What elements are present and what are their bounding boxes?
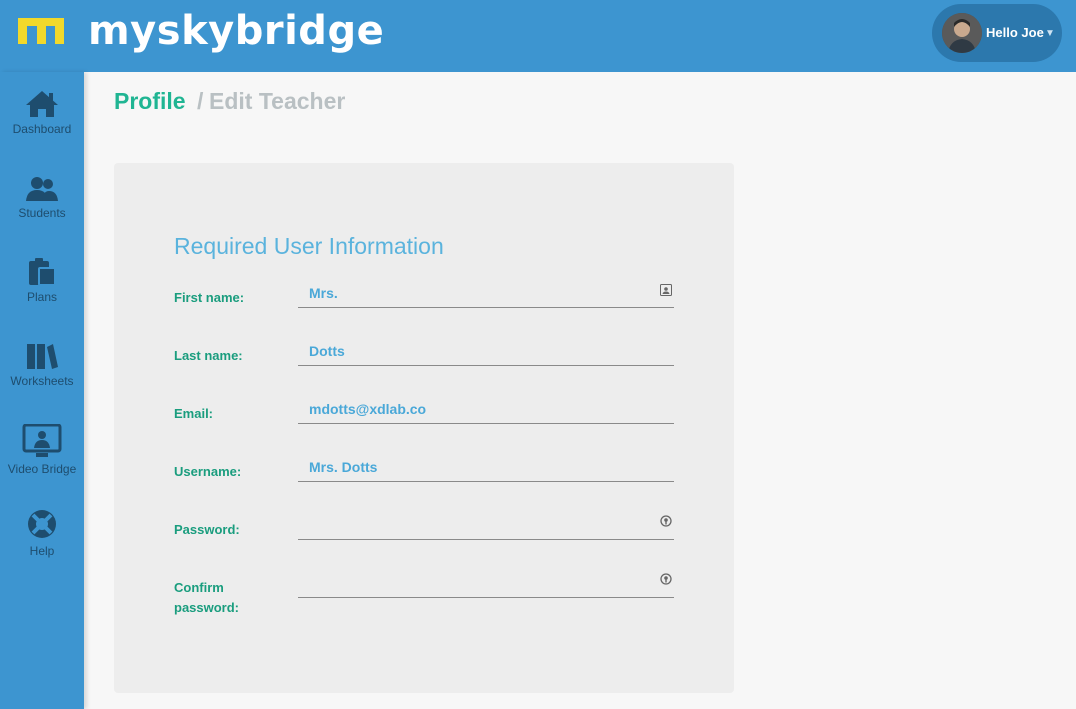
clipboard-icon xyxy=(29,258,56,286)
sidebar-item-label: Help xyxy=(29,544,55,558)
last-name-label: Last name: xyxy=(174,348,243,363)
page-title: Edit Teacher xyxy=(209,88,346,114)
sidebar-item-plans[interactable]: Plans xyxy=(0,258,84,304)
confirm-password-field[interactable] xyxy=(298,568,674,598)
monitor-icon xyxy=(22,424,62,457)
email-field[interactable] xyxy=(298,394,674,424)
sidebar-item-students[interactable]: Students xyxy=(0,174,84,220)
confirm-password-label: Confirm password: xyxy=(174,580,240,615)
sidebar-item-help[interactable]: Help xyxy=(0,508,84,558)
user-greeting: Hello Joe xyxy=(986,25,1044,40)
users-icon xyxy=(26,177,58,201)
last-name-field[interactable] xyxy=(298,336,674,366)
brand-name[interactable]: myskybridge xyxy=(88,8,384,54)
contact-card-icon[interactable] xyxy=(660,284,672,296)
breadcrumb-profile-link[interactable]: Profile xyxy=(114,88,186,115)
sidebar-item-video-bridge[interactable]: Video Bridge xyxy=(0,424,84,476)
breadcrumb-separator: / xyxy=(197,88,204,114)
sidebar-item-label: Video Bridge xyxy=(7,462,77,476)
key-icon[interactable] xyxy=(660,573,672,585)
sidebar-item-label: Dashboard xyxy=(12,122,72,136)
books-icon xyxy=(27,344,58,369)
logo-icon[interactable] xyxy=(18,18,64,44)
sidebar-item-dashboard[interactable]: Dashboard xyxy=(0,90,84,136)
first-name-label: First name: xyxy=(174,290,245,305)
email-label: Email: xyxy=(174,406,214,421)
chevron-down-icon[interactable]: ▼ xyxy=(1045,28,1055,39)
key-icon[interactable] xyxy=(660,515,672,527)
top-bar: myskybridge Hello Joe ▼ xyxy=(0,0,1076,72)
sidebar-item-label: Plans xyxy=(26,290,58,304)
sidebar-item-label: Students xyxy=(18,206,66,220)
username-field[interactable] xyxy=(298,452,674,482)
user-menu[interactable]: Hello Joe ▼ xyxy=(932,4,1062,62)
username-label: Username: xyxy=(174,464,242,479)
home-icon xyxy=(26,91,58,117)
section-title: Required User Information xyxy=(174,233,444,259)
lifebuoy-icon xyxy=(28,510,56,538)
first-name-field[interactable] xyxy=(298,278,674,308)
avatar[interactable] xyxy=(942,13,982,53)
user-info-card: Required User Information First name: La… xyxy=(114,163,734,693)
sidebar: Dashboard Students Plans Worksheets Vide… xyxy=(0,72,84,709)
password-field[interactable] xyxy=(298,510,674,540)
sidebar-item-label: Worksheets xyxy=(10,374,74,388)
password-label: Password: xyxy=(174,522,240,537)
sidebar-item-worksheets[interactable]: Worksheets xyxy=(0,342,84,388)
